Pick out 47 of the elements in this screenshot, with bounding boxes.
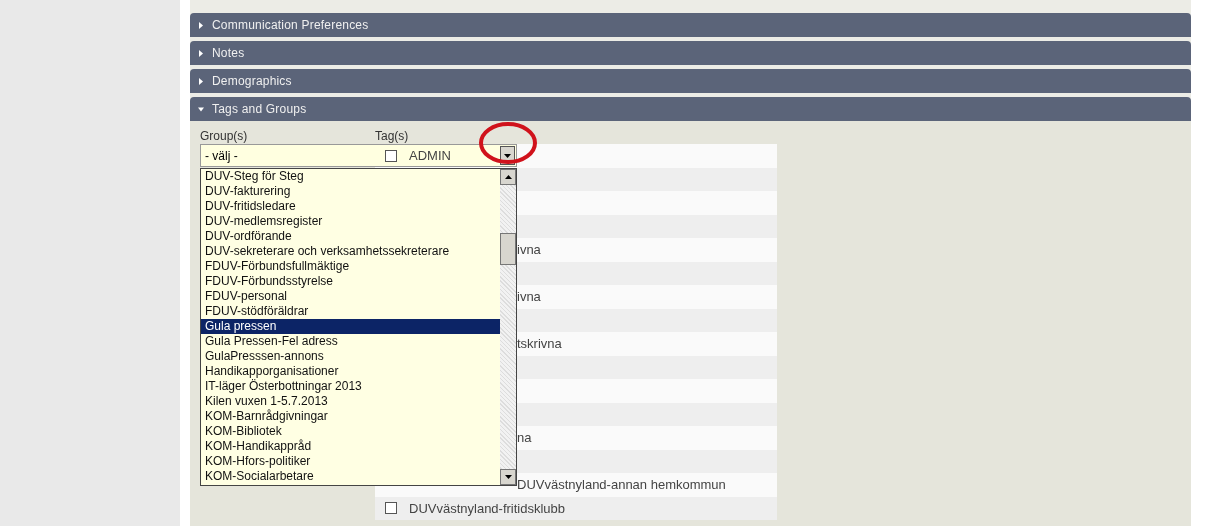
scroll-down-button[interactable] — [500, 469, 516, 485]
tag-label: DUVvästnyland-fritidsklubb — [409, 500, 566, 516]
dropdown-option[interactable]: DUV-medlemsregister — [201, 214, 500, 229]
scrollbar[interactable] — [500, 169, 516, 485]
dropdown-option[interactable]: Kilen vuxen 1-5.7.2013 — [201, 394, 500, 409]
dropdown-option[interactable]: DUV-Steg för Steg — [201, 169, 500, 184]
tag-label: DUVvästnyland-annan hemkommun — [517, 477, 726, 493]
dropdown-option[interactable]: DUV-fakturering — [201, 184, 500, 199]
dropdown-option[interactable]: Gula Pressen-Fel adress — [201, 334, 500, 349]
caret-right-icon — [198, 77, 204, 85]
dropdown-option[interactable]: GulaPresssen-annons — [201, 349, 500, 364]
dropdown-option[interactable]: DUV-ordförande — [201, 229, 500, 244]
field-label: Tag(s) — [375, 129, 410, 144]
dropdown-option[interactable]: Handikapporganisationer — [201, 364, 500, 379]
dropdown-option[interactable]: KOM-Socialarbetare — [201, 469, 500, 484]
dropdown-option[interactable]: IT-läger Österbottningar 2013 — [201, 379, 500, 394]
scroll-up-button[interactable] — [500, 169, 516, 185]
section-header[interactable]: Communication Preferences — [190, 13, 1191, 37]
dropdown-option[interactable]: KOM-Hfors-politiker — [201, 454, 500, 469]
caret-down-icon — [504, 153, 511, 158]
dropdown-option[interactable]: FDUV-Förbundsstyrelse — [201, 274, 500, 289]
dropdown-option[interactable]: FDUV-personal — [201, 289, 500, 304]
scrollbar-thumb[interactable] — [500, 233, 516, 265]
tag-label: ADMIN — [409, 148, 451, 164]
highlight-circle — [478, 121, 538, 165]
caret-right-icon — [198, 21, 204, 29]
tag-label: ivna — [517, 242, 541, 258]
dropdown-option[interactable]: FDUV-stödföräldrar — [201, 304, 500, 319]
field-label: Group(s) — [200, 129, 249, 144]
dropdown-option[interactable]: FDUV-Förbundsfullmäktige — [201, 259, 500, 274]
section-header[interactable]: Demographics — [190, 69, 1191, 93]
caret-right-icon — [198, 49, 204, 57]
caret-down-icon — [504, 475, 512, 479]
dropdown-option[interactable]: KOM-Bibliotek — [201, 424, 500, 439]
tag-label: tskrivna — [517, 336, 562, 352]
section-header[interactable]: Notes — [190, 41, 1191, 65]
tag-label: na — [517, 430, 532, 446]
dropdown-option[interactable]: DUV-sekreterare och verksamhetssekreterare — [201, 244, 500, 259]
dropdown-option[interactable]: KOM-Barnrådgivningar — [201, 409, 500, 424]
dropdown-option[interactable]: DUV-fritidsledare — [201, 199, 500, 214]
tag-label: ivna — [517, 289, 541, 305]
dropdown-option[interactable]: KOM-Handikappråd — [201, 439, 500, 454]
dropdown-option[interactable]: Gula pressen — [201, 319, 500, 334]
section-header[interactable]: Tags and Groups — [190, 97, 1191, 121]
caret-down-icon — [198, 105, 204, 113]
caret-up-icon — [504, 175, 512, 179]
checkbox[interactable] — [385, 502, 397, 515]
